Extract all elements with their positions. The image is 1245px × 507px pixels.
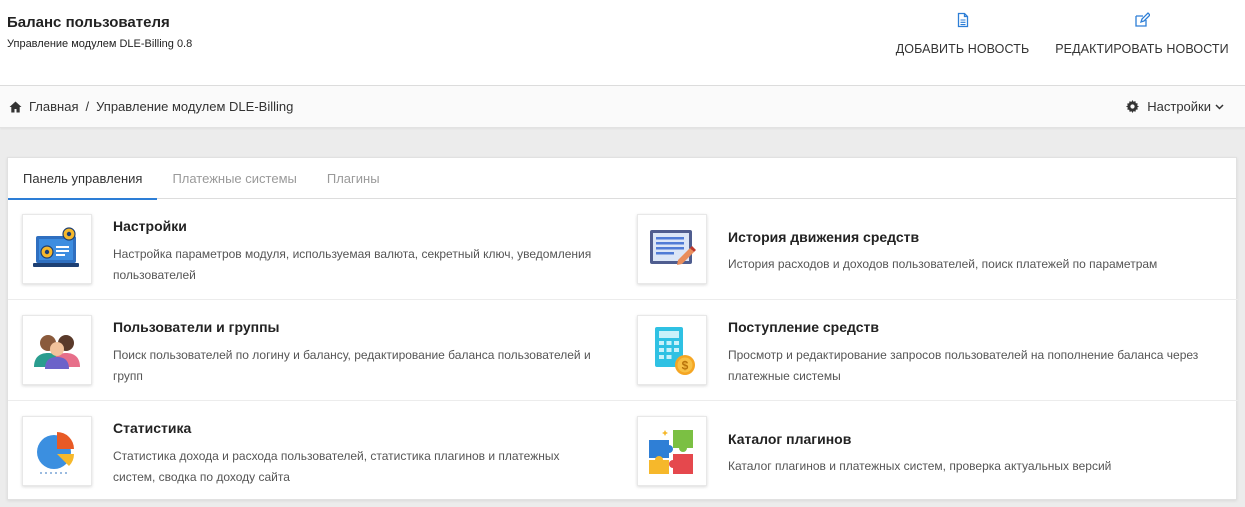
add-news-button[interactable]: ДОБАВИТЬ НОВОСТЬ [895, 12, 1030, 56]
svg-text:$: $ [682, 359, 689, 373]
tab-bar: Панель управления Платежные системы Плаг… [8, 158, 1236, 200]
module-description: Просмотр и редактирование запросов польз… [728, 348, 1199, 383]
module-transaction-history[interactable]: История движения средств История расходо… [623, 199, 1238, 300]
module-thumb [637, 416, 707, 486]
users-group-icon [34, 335, 80, 369]
tab-control-panel[interactable]: Панель управления [8, 158, 158, 200]
breadcrumb-home[interactable]: Главная [29, 99, 78, 114]
module-plugin-catalog[interactable]: Каталог плагинов Каталог плагинов и плат… [623, 401, 1238, 502]
module-title: Каталог плагинов [728, 431, 852, 447]
module-title: История движения средств [728, 229, 920, 245]
calculator-coin-icon: $ [655, 327, 695, 375]
settings-dropdown[interactable]: Настройки [1126, 99, 1224, 114]
edit-news-label: РЕДАКТИРОВАТЬ НОВОСТИ [1055, 42, 1229, 56]
module-title: Настройки [113, 218, 187, 234]
control-panel: Панель управления Платежные системы Плаг… [7, 157, 1238, 502]
add-news-label: ДОБАВИТЬ НОВОСТЬ [895, 42, 1030, 56]
settings-label: Настройки [1147, 99, 1211, 114]
breadcrumb-bar: Главная / Управление модулем DLE-Billing… [0, 86, 1245, 128]
module-title: Поступление средств [728, 319, 879, 335]
puzzle-icon [649, 430, 693, 474]
edit-icon [1135, 12, 1150, 27]
module-description: Поиск пользователей по логину и балансу,… [113, 348, 591, 383]
breadcrumb-current: Управление модулем DLE-Billing [96, 99, 294, 114]
module-users-groups[interactable]: Пользователи и группы Поиск пользователе… [8, 300, 623, 401]
module-statistics[interactable]: Статистика Статистика дохода и расхода п… [8, 401, 623, 502]
page-title: Баланс пользователя [7, 14, 170, 31]
pie-chart-icon [37, 432, 74, 474]
module-thumb [637, 214, 707, 284]
module-thumb [22, 315, 92, 385]
laptop-gears-icon [33, 227, 79, 267]
document-pen-icon [650, 230, 696, 265]
gear-icon [1126, 100, 1140, 113]
module-description: Статистика дохода и расхода пользователе… [113, 449, 560, 484]
breadcrumb-separator: / [85, 99, 90, 114]
module-grid: Настройки Настройка параметров модуля, и… [8, 199, 1238, 502]
module-thumb: $ [637, 315, 707, 385]
module-title: Пользователи и группы [113, 319, 280, 335]
page-subtitle: Управление модулем DLE-Billing 0.8 [7, 38, 193, 50]
module-settings[interactable]: Настройки Настройка параметров модуля, и… [8, 199, 623, 300]
chevron-down-icon [1215, 103, 1224, 110]
breadcrumb: Главная / Управление модулем DLE-Billing [9, 99, 293, 114]
tab-plugins[interactable]: Плагины [312, 158, 395, 199]
module-title: Статистика [113, 420, 192, 436]
top-header: Баланс пользователя Управление модулем D… [0, 0, 1245, 86]
module-thumb [22, 214, 92, 284]
module-thumb [22, 416, 92, 486]
module-description: Настройка параметров модуля, используема… [113, 247, 592, 282]
document-icon [957, 12, 968, 28]
home-icon [9, 101, 22, 112]
edit-news-button[interactable]: РЕДАКТИРОВАТЬ НОВОСТИ [1053, 12, 1231, 56]
module-funds-receipt[interactable]: $ Поступление средств Просмотр и редакти… [623, 300, 1238, 401]
tab-payment-systems[interactable]: Платежные системы [157, 158, 311, 199]
module-description: Каталог плагинов и платежных систем, про… [728, 459, 1112, 473]
module-description: История расходов и доходов пользователей… [728, 257, 1158, 271]
